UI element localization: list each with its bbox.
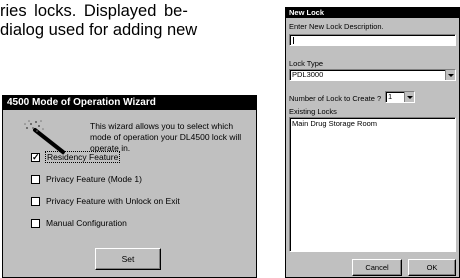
lock-type-label: Lock Type [289, 59, 324, 68]
description-label: Enter New Lock Description. [289, 22, 384, 31]
existing-locks-label: Existing Locks [289, 107, 337, 116]
lock-count-select[interactable]: 1 [385, 91, 415, 103]
option-label: Manual Configuration [46, 218, 127, 228]
wizard-intro-text: This wizard allows you to select which m… [90, 121, 242, 153]
residency-checkbox[interactable]: ✓ [31, 152, 40, 162]
new-lock-window: New Lock Enter New Lock Description. Loc… [285, 7, 460, 278]
option-privacy-unlock-on-exit[interactable]: Privacy Feature with Unlock on Exit [31, 195, 180, 207]
chevron-down-icon[interactable] [404, 92, 414, 102]
option-privacy-feature-mode-1[interactable]: Privacy Feature (Mode 1) [31, 173, 142, 185]
cancel-button[interactable]: Cancel [352, 259, 402, 276]
option-manual-configuration[interactable]: Manual Configuration [31, 217, 127, 229]
new-lock-title: New Lock [286, 8, 459, 18]
manual-configuration-checkbox[interactable] [31, 218, 40, 228]
document-text-line: dialog used for adding new [0, 21, 198, 39]
option-label: Residency Feature [44, 151, 121, 163]
lock-count-value: 1 [388, 92, 393, 101]
count-label: Number of Lock to Create ? [289, 94, 382, 103]
description-input[interactable] [289, 34, 456, 46]
ok-button[interactable]: OK [408, 259, 456, 276]
document-text-line: ries locks. Displayed be- [0, 2, 188, 20]
lock-type-value: PDL3000 [292, 70, 324, 79]
mode-wizard-window: 4500 Mode of Operation Wizard This wizar… [2, 95, 257, 278]
option-label: Privacy Feature with Unlock on Exit [46, 196, 180, 206]
list-item[interactable]: Main Drug Storage Room [292, 119, 455, 129]
option-residency-feature[interactable]: ✓ Residency Feature [31, 151, 121, 163]
privacy-mode-1-checkbox[interactable] [31, 174, 40, 184]
text-caret [293, 37, 294, 44]
privacy-unlock-checkbox[interactable] [31, 196, 40, 206]
wizard-title: 4500 Mode of Operation Wizard [3, 96, 256, 110]
lock-type-select[interactable]: PDL3000 [289, 69, 456, 81]
set-button[interactable]: Set [95, 248, 161, 270]
existing-locks-list[interactable]: Main Drug Storage Room [289, 117, 456, 252]
chevron-down-icon[interactable] [445, 70, 455, 80]
option-label: Privacy Feature (Mode 1) [46, 174, 142, 184]
